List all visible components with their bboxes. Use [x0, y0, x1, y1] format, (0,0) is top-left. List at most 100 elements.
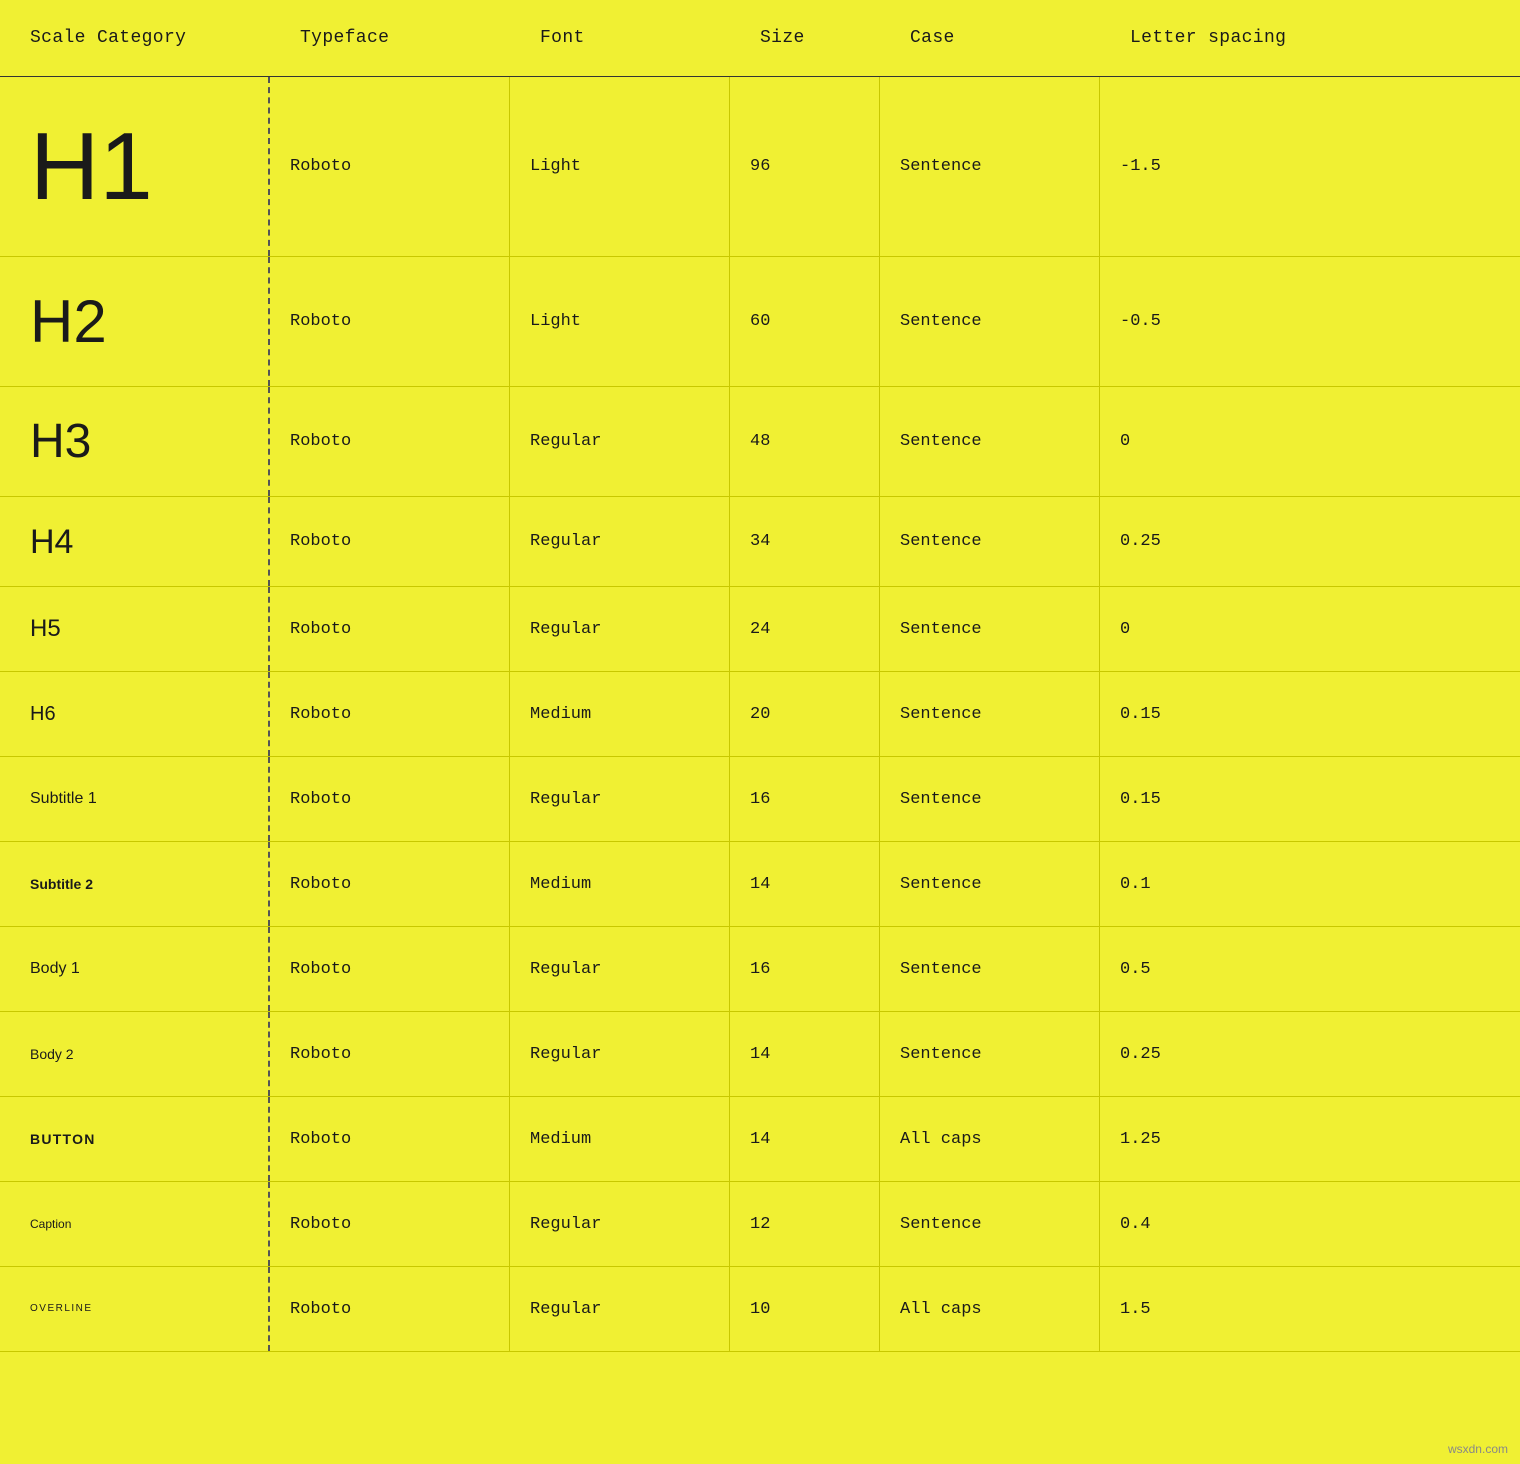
scale-text-h2: H2: [30, 292, 107, 352]
scale-label-body1: Body 1: [0, 927, 270, 1011]
header-letter-spacing: Letter spacing: [1130, 28, 1490, 48]
letter-spacing-button: 1.25: [1100, 1097, 1520, 1181]
header-font: Font: [540, 28, 760, 48]
watermark: wsxdn.com: [1448, 1442, 1508, 1456]
size-body1: 16: [730, 927, 880, 1011]
scale-text-body1: Body 1: [30, 961, 80, 977]
typeface-h3: Roboto: [270, 387, 510, 496]
typeface-subtitle2: Roboto: [270, 842, 510, 926]
header-scale-category: Scale Category: [30, 28, 300, 48]
scale-text-h4: H4: [30, 525, 73, 559]
case-h5: Sentence: [880, 587, 1100, 671]
table-row-subtitle1: Subtitle 1RobotoRegular16Sentence0.15: [0, 757, 1520, 842]
letter-spacing-caption: 0.4: [1100, 1182, 1520, 1266]
scale-text-h3: H3: [30, 418, 91, 466]
letter-spacing-subtitle2: 0.1: [1100, 842, 1520, 926]
case-h4: Sentence: [880, 497, 1100, 586]
font-h3: Regular: [510, 387, 730, 496]
size-caption: 12: [730, 1182, 880, 1266]
size-h3: 48: [730, 387, 880, 496]
scale-label-h3: H3: [0, 387, 270, 496]
letter-spacing-h4: 0.25: [1100, 497, 1520, 586]
case-button: All caps: [880, 1097, 1100, 1181]
letter-spacing-h1: -1.5: [1100, 77, 1520, 256]
case-caption: Sentence: [880, 1182, 1100, 1266]
typeface-body1: Roboto: [270, 927, 510, 1011]
scale-text-button: BUTTON: [30, 1132, 96, 1146]
letter-spacing-body1: 0.5: [1100, 927, 1520, 1011]
letter-spacing-h3: 0: [1100, 387, 1520, 496]
size-body2: 14: [730, 1012, 880, 1096]
case-body1: Sentence: [880, 927, 1100, 1011]
header-size: Size: [760, 28, 910, 48]
font-button: Medium: [510, 1097, 730, 1181]
scale-label-subtitle1: Subtitle 1: [0, 757, 270, 841]
font-subtitle2: Medium: [510, 842, 730, 926]
typeface-caption: Roboto: [270, 1182, 510, 1266]
scale-text-body2: Body 2: [30, 1047, 74, 1061]
table-row-h3: H3 RobotoRegular48Sentence0: [0, 387, 1520, 497]
letter-spacing-overline: 1.5: [1100, 1267, 1520, 1351]
typeface-h5: Roboto: [270, 587, 510, 671]
scale-label-button: BUTTON: [0, 1097, 270, 1181]
letter-spacing-subtitle1: 0.15: [1100, 757, 1520, 841]
size-h2: 60: [730, 257, 880, 386]
scale-label-h4: H4: [0, 497, 270, 586]
size-overline: 10: [730, 1267, 880, 1351]
letter-spacing-h5: 0: [1100, 587, 1520, 671]
table-row-h6: H6RobotoMedium20Sentence0.15: [0, 672, 1520, 757]
font-h6: Medium: [510, 672, 730, 756]
scale-text-h5: H5: [30, 617, 61, 641]
scale-text-overline: OVERLINE: [30, 1304, 93, 1314]
font-subtitle1: Regular: [510, 757, 730, 841]
letter-spacing-body2: 0.25: [1100, 1012, 1520, 1096]
typeface-button: Roboto: [270, 1097, 510, 1181]
font-overline: Regular: [510, 1267, 730, 1351]
table-row-overline: OVERLINE RobotoRegular10All caps1.5: [0, 1267, 1520, 1352]
scale-text-subtitle1: Subtitle 1: [30, 791, 97, 807]
table-row-h4: H4RobotoRegular34Sentence0.25: [0, 497, 1520, 587]
letter-spacing-h6: 0.15: [1100, 672, 1520, 756]
font-h1: Light: [510, 77, 730, 256]
typeface-subtitle1: Roboto: [270, 757, 510, 841]
table-row-subtitle2: Subtitle 2RobotoMedium14Sentence0.1: [0, 842, 1520, 927]
table-row-button: BUTTON RobotoMedium14All caps1.25: [0, 1097, 1520, 1182]
typeface-h2: Roboto: [270, 257, 510, 386]
scale-label-body2: Body 2: [0, 1012, 270, 1096]
header-case: Case: [910, 28, 1130, 48]
case-h1: Sentence: [880, 77, 1100, 256]
case-overline: All caps: [880, 1267, 1100, 1351]
table-row-caption: CaptionRobotoRegular12Sentence0.4: [0, 1182, 1520, 1267]
scale-label-h2: H2: [0, 257, 270, 386]
typeface-h6: Roboto: [270, 672, 510, 756]
table-row-h2: H2RobotoLight60Sentence-0.5: [0, 257, 1520, 387]
typography-table: Scale Category Typeface Font Size Case L…: [0, 0, 1520, 1352]
size-h6: 20: [730, 672, 880, 756]
case-h3: Sentence: [880, 387, 1100, 496]
typeface-h4: Roboto: [270, 497, 510, 586]
scale-text-subtitle2: Subtitle 2: [30, 877, 93, 891]
case-subtitle1: Sentence: [880, 757, 1100, 841]
scale-label-h1: H1: [0, 77, 270, 256]
font-h2: Light: [510, 257, 730, 386]
table-row-body2: Body 2RobotoRegular14Sentence0.25: [0, 1012, 1520, 1097]
case-h6: Sentence: [880, 672, 1100, 756]
table-row-h1: H1RobotoLight96Sentence-1.5: [0, 77, 1520, 257]
scale-label-caption: Caption: [0, 1182, 270, 1266]
size-button: 14: [730, 1097, 880, 1181]
font-body2: Regular: [510, 1012, 730, 1096]
scale-label-subtitle2: Subtitle 2: [0, 842, 270, 926]
table-row-body1: Body 1 RobotoRegular16Sentence0.5: [0, 927, 1520, 1012]
letter-spacing-h2: -0.5: [1100, 257, 1520, 386]
table-body: H1RobotoLight96Sentence-1.5H2RobotoLight…: [0, 77, 1520, 1352]
size-h5: 24: [730, 587, 880, 671]
header-typeface: Typeface: [300, 28, 540, 48]
table-header: Scale Category Typeface Font Size Case L…: [0, 0, 1520, 77]
typeface-overline: Roboto: [270, 1267, 510, 1351]
font-body1: Regular: [510, 927, 730, 1011]
scale-text-h1: H1: [30, 119, 153, 215]
scale-label-h5: H5: [0, 587, 270, 671]
font-h5: Regular: [510, 587, 730, 671]
typeface-body2: Roboto: [270, 1012, 510, 1096]
size-subtitle2: 14: [730, 842, 880, 926]
